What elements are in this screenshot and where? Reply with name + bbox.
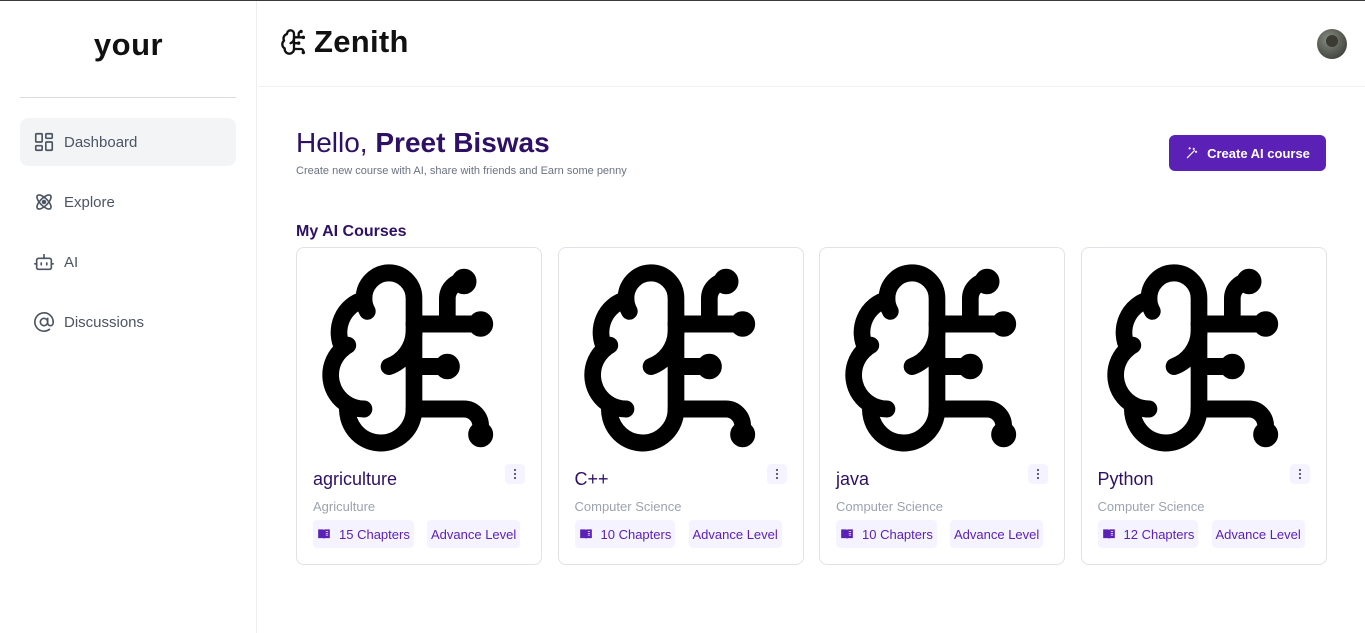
level-badge: Advance Level [427,520,521,548]
course-title: Python [1097,469,1154,489]
sidebar-item-label: AI [64,253,79,271]
page-title: Hello, Preet Biswas [296,127,550,159]
course-list: agriculture Agriculture 15 Chapters Adva… [296,247,1327,565]
sidebar-item-discussions[interactable]: Discussions [20,298,236,346]
create-button-label: Create AI course [1207,145,1310,161]
book-icon [579,529,592,539]
chapters-label: 10 Chapters [862,526,933,542]
course-card[interactable]: agriculture Agriculture 15 Chapters Adva… [296,247,542,565]
book-icon [841,529,853,539]
chapters-badge: 10 Chapters [574,520,676,548]
sidebar-item-explore[interactable]: Explore [20,178,236,226]
more-vertical-icon[interactable] [1028,464,1048,484]
robot-icon [33,251,55,273]
course-category: Computer Science [574,499,682,514]
course-thumbnail-brain-icon [845,264,1017,452]
sidebar-item-ai[interactable]: AI [20,238,236,286]
more-vertical-icon[interactable] [766,464,787,484]
course-card[interactable]: C++ Computer Science 10 Chapters Advance… [557,247,804,565]
page-subtitle: Create new course with AI, share with fr… [296,165,627,177]
course-category: Computer Science [836,499,943,514]
sidebar-item-dashboard[interactable]: Dashboard [20,118,236,166]
sidebar-item-label: Explore [64,193,115,211]
sidebar: your Dashboard Explore AI Discussions [0,1,257,633]
chapters-label: 10 Chapters [600,526,672,542]
level-badge: Advance Level [950,520,1044,548]
sidebar-nav: Dashboard Explore AI Discussions [20,118,236,358]
greeting-hello: Hello, [296,127,368,158]
book-icon [1102,529,1115,539]
more-vertical-icon[interactable] [1289,464,1310,484]
greeting-name: Preet Biswas [375,127,550,158]
app-logo[interactable]: Zenith [280,24,409,60]
course-thumbnail-brain-icon [583,264,755,452]
atom-icon [33,191,55,213]
magic-wand-icon [1186,147,1198,159]
course-card[interactable]: Python Computer Science 12 Chapters Adva… [1080,247,1327,565]
chapters-badge: 10 Chapters [836,520,937,548]
course-category: Computer Science [1097,499,1205,514]
at-sign-icon [33,311,55,333]
course-title: agriculture [313,469,398,489]
chapters-badge: 15 Chapters [313,520,414,548]
sidebar-brand[interactable]: your [0,27,257,63]
create-ai-course-button[interactable]: Create AI course [1169,135,1326,171]
chapters-label: 15 Chapters [339,526,410,542]
course-thumbnail-brain-icon [322,264,494,452]
book-icon [318,529,330,539]
app-title: Zenith [314,24,409,59]
top-header: Zenith [258,1,1365,87]
brain-circuit-icon [281,29,306,55]
more-vertical-icon[interactable] [505,464,525,484]
course-category: Agriculture [313,499,376,514]
sidebar-item-label: Dashboard [64,133,138,151]
chapters-label: 12 Chapters [1123,526,1195,542]
chapters-badge: 12 Chapters [1097,520,1199,548]
sidebar-item-label: Discussions [64,313,145,331]
level-badge: Advance Level [1211,520,1305,548]
course-thumbnail-brain-icon [1106,264,1278,452]
section-title: My AI Courses [296,223,407,240]
user-avatar[interactable] [1317,29,1347,59]
course-title: C++ [574,469,609,489]
dashboard-icon [33,131,55,153]
level-badge: Advance Level [688,520,782,548]
course-card[interactable]: java Computer Science 10 Chapters Advanc… [819,247,1065,565]
sidebar-divider [20,97,236,98]
course-title: java [836,469,870,489]
